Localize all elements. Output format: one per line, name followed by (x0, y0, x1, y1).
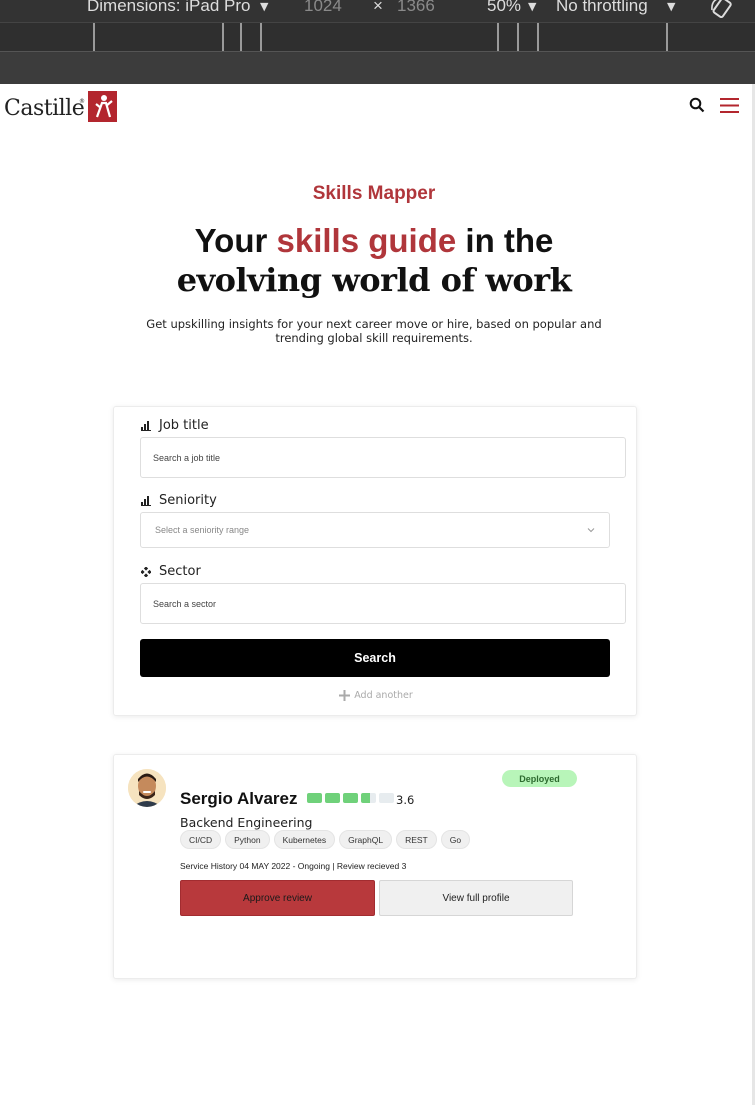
add-another-link[interactable]: Add another (114, 690, 638, 701)
page-title-line2: evolving world of work (176, 261, 572, 299)
skill-tag[interactable]: Go (440, 830, 471, 849)
rating-value: 3.6 (396, 793, 415, 807)
job-title-label-text: Job title (159, 418, 209, 433)
skill-tag[interactable]: GraphQL (339, 830, 393, 849)
ruler-tick[interactable] (537, 23, 539, 51)
sector-label-text: Sector (159, 564, 201, 579)
rating-bar (307, 793, 394, 803)
menu-icon[interactable] (720, 98, 739, 113)
plus-icon (339, 690, 351, 701)
bar-chart-icon (141, 420, 151, 431)
skill-tag[interactable]: REST (396, 830, 437, 849)
ruler-tick[interactable] (260, 23, 262, 51)
search-button[interactable]: Search (140, 639, 610, 677)
job-title-label: Job title (141, 418, 209, 433)
chevron-down-icon (587, 528, 595, 533)
zoom-select[interactable]: 50% (487, 0, 521, 16)
seniority-label: Seniority (141, 493, 217, 508)
rotate-icon[interactable] (710, 0, 736, 18)
profile-card: Deployed Sergio Alvarez 3.6 Backend Engi… (113, 754, 637, 979)
status-badge: Deployed (502, 770, 577, 787)
person-name[interactable]: Sergio Alvarez (180, 789, 297, 809)
dimension-times: × (373, 0, 383, 15)
job-title-input[interactable]: Search a job title (140, 437, 626, 478)
sector-input[interactable]: Search a sector (140, 583, 626, 624)
skill-tag[interactable]: Kubernetes (273, 830, 336, 849)
page-subtitle: Get upskilling insights for your next ca… (146, 317, 602, 345)
devtools-ruler (0, 22, 755, 52)
search-card: Job title Search a job title Seniority S… (113, 406, 637, 716)
site-header: Castille ® (0, 84, 755, 134)
ruler-tick[interactable] (93, 23, 95, 51)
ruler-tick[interactable] (666, 23, 668, 51)
page-title-line1: Your skills guide in the (0, 222, 748, 260)
section-eyebrow: Skills Mapper (312, 183, 436, 204)
logo-registered: ® (79, 98, 85, 105)
sector-placeholder: Search a sector (153, 598, 217, 609)
diamond-icon (141, 566, 151, 577)
view-full-profile-button[interactable]: View full profile (379, 880, 573, 916)
rating-segment (325, 793, 340, 803)
device-select[interactable]: Dimensions: iPad Pro (87, 0, 250, 16)
search-icon[interactable] (689, 97, 705, 113)
approve-review-button[interactable]: Approve review (180, 880, 375, 916)
seniority-placeholder: Select a seniority range (155, 525, 250, 535)
ruler-tick[interactable] (240, 23, 242, 51)
height-input[interactable]: 1366 (397, 0, 435, 16)
devtools-toolbar: Dimensions: iPad Pro ▼ 1024 × 1366 50% ▼… (0, 0, 755, 84)
width-input[interactable]: 1024 (304, 0, 342, 16)
seniority-select[interactable]: Select a seniority range (140, 512, 610, 548)
sector-label: Sector (141, 564, 201, 579)
headline-part1: Your (194, 222, 268, 259)
logo-mark-icon (88, 91, 117, 122)
avatar (128, 769, 166, 807)
device-caret-icon[interactable]: ▼ (260, 0, 268, 13)
ruler-tick[interactable] (222, 23, 224, 51)
zoom-caret-icon[interactable]: ▼ (528, 0, 536, 13)
skill-tag[interactable]: CI/CD (180, 830, 222, 849)
ruler-tick[interactable] (497, 23, 499, 51)
throttling-caret-icon[interactable]: ▼ (667, 0, 675, 13)
rating-segment (307, 793, 322, 803)
throttling-select[interactable]: No throttling (556, 0, 648, 16)
headline-part2: in the (465, 222, 554, 259)
bar-chart-icon (141, 495, 151, 506)
logo-text: Castille (4, 96, 85, 121)
job-title-placeholder: Search a job title (153, 452, 221, 463)
rating-segment (379, 793, 394, 803)
headline-accent: skills guide (276, 222, 457, 259)
rating-segment (343, 793, 358, 803)
devtools-device-row: Dimensions: iPad Pro ▼ 1024 × 1366 50% ▼… (0, 0, 755, 22)
skill-tags: CI/CD Python Kubernetes GraphQL REST Go (180, 830, 471, 849)
skill-tag[interactable]: Python (225, 830, 270, 849)
ruler-tick[interactable] (517, 23, 519, 51)
devtools-media-bar (0, 53, 755, 84)
service-history: Service History 04 MAY 2022 - Ongoing | … (180, 861, 407, 871)
add-another-label: Add another (354, 690, 413, 701)
role-label: Backend Engineering (180, 815, 313, 830)
rating-segment (361, 793, 376, 803)
seniority-label-text: Seniority (159, 493, 217, 508)
